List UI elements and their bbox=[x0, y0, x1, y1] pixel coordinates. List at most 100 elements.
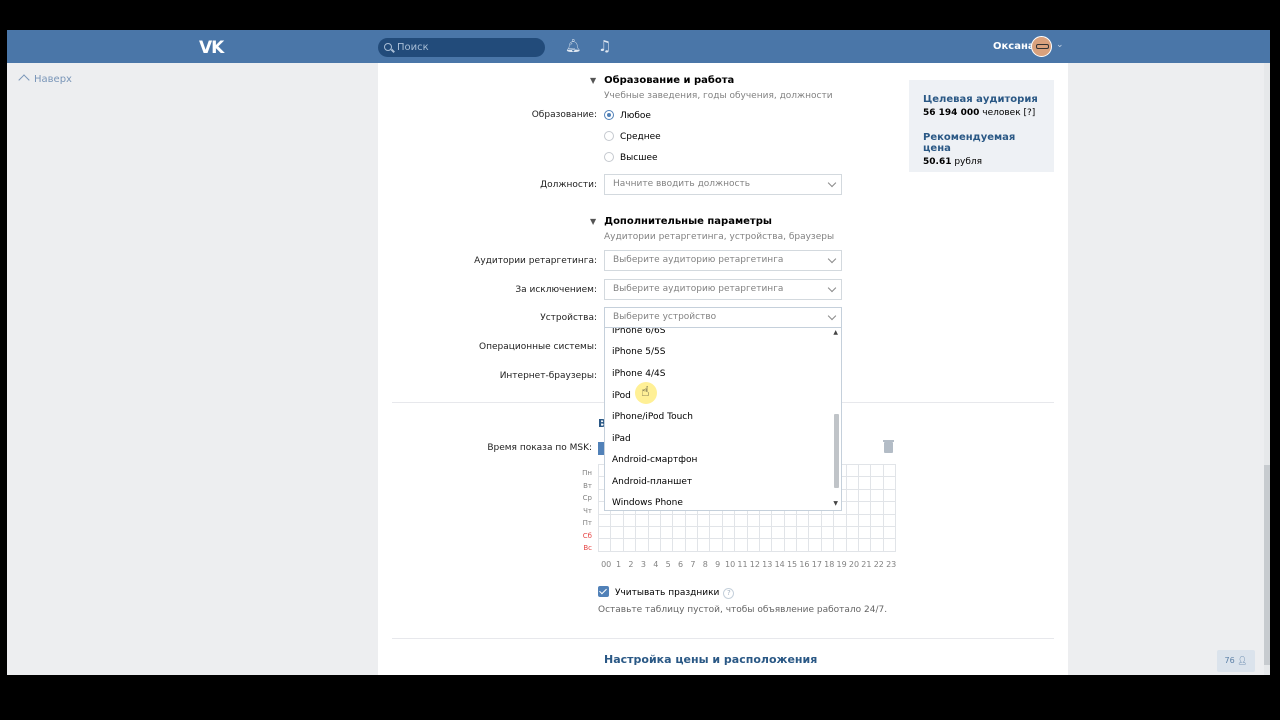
dropdown-item[interactable]: Android-смартфон bbox=[612, 455, 697, 465]
devices-dropdown-list[interactable]: iPhone 6/6S iPhone 5/5S iPhone 4/4S iPod… bbox=[604, 327, 842, 511]
schedule-cell[interactable] bbox=[858, 489, 872, 503]
schedule-cell[interactable] bbox=[623, 526, 637, 540]
avatar[interactable] bbox=[1031, 36, 1052, 57]
schedule-cell[interactable] bbox=[784, 539, 797, 552]
dropdown-item[interactable]: iPhone 5/5S bbox=[612, 347, 665, 357]
schedule-cell[interactable] bbox=[871, 539, 884, 552]
schedule-cell[interactable] bbox=[772, 539, 785, 552]
schedule-cell[interactable] bbox=[660, 514, 674, 527]
schedule-cell[interactable] bbox=[747, 514, 760, 527]
schedule-cell[interactable] bbox=[735, 526, 748, 540]
scroll-up-arrow-icon[interactable]: ▲ bbox=[833, 329, 838, 336]
radio-secondary[interactable]: Среднее bbox=[604, 131, 661, 142]
search-input[interactable]: Поиск bbox=[378, 38, 545, 57]
schedule-cell[interactable] bbox=[821, 514, 835, 527]
schedule-cell[interactable] bbox=[722, 514, 736, 527]
schedule-cell[interactable] bbox=[871, 477, 884, 490]
schedule-cell[interactable] bbox=[722, 539, 736, 552]
schedule-cell[interactable] bbox=[846, 477, 859, 490]
schedule-cell[interactable] bbox=[685, 514, 698, 527]
retarget-select[interactable]: Выберите аудиторию ретаргетинга bbox=[604, 250, 842, 271]
schedule-cell[interactable] bbox=[636, 526, 649, 540]
schedule-cell[interactable] bbox=[797, 539, 810, 552]
help-icon[interactable]: ? bbox=[723, 588, 735, 599]
schedule-cell[interactable] bbox=[759, 514, 773, 527]
schedule-cell[interactable] bbox=[611, 539, 624, 552]
schedule-cell[interactable] bbox=[772, 514, 785, 527]
devices-select[interactable]: Выберите устройство bbox=[604, 307, 842, 328]
page-scrollbar-thumb[interactable] bbox=[1264, 465, 1270, 665]
schedule-cell[interactable] bbox=[698, 514, 711, 527]
dropdown-item[interactable]: Android-планшет bbox=[612, 477, 692, 487]
schedule-cell[interactable] bbox=[759, 539, 773, 552]
scroll-up-button[interactable]: Наверх bbox=[18, 74, 72, 86]
schedule-cell[interactable] bbox=[858, 465, 872, 478]
schedule-cell[interactable] bbox=[858, 514, 872, 527]
schedule-cell[interactable] bbox=[834, 526, 847, 540]
schedule-cell[interactable] bbox=[821, 526, 835, 540]
schedule-cell[interactable] bbox=[735, 539, 748, 552]
chevron-down-icon[interactable]: ⌄ bbox=[1056, 40, 1064, 50]
schedule-cell[interactable] bbox=[636, 539, 649, 552]
dropdown-item[interactable]: iPod bbox=[612, 391, 631, 401]
schedule-cell[interactable] bbox=[698, 539, 711, 552]
schedule-cell[interactable] bbox=[809, 539, 822, 552]
bell-icon[interactable]: 🔔︎ bbox=[565, 39, 582, 54]
schedule-cell[interactable] bbox=[846, 502, 859, 515]
dropdown-item[interactable]: iPhone 6/6S bbox=[612, 328, 665, 336]
exclude-select[interactable]: Выберите аудиторию ретаргетинга bbox=[604, 279, 842, 300]
schedule-cell[interactable] bbox=[611, 514, 624, 527]
schedule-cell[interactable] bbox=[648, 514, 661, 527]
schedule-cell[interactable] bbox=[784, 514, 797, 527]
schedule-cell[interactable] bbox=[759, 526, 773, 540]
schedule-cell[interactable] bbox=[648, 526, 661, 540]
schedule-cell[interactable] bbox=[846, 514, 859, 527]
schedule-cell[interactable] bbox=[673, 514, 686, 527]
schedule-cell[interactable] bbox=[660, 526, 674, 540]
schedule-cell[interactable] bbox=[809, 526, 822, 540]
dropdown-item[interactable]: Windows Phone bbox=[612, 498, 683, 508]
user-name[interactable]: Оксана bbox=[993, 41, 1035, 52]
schedule-cell[interactable] bbox=[599, 526, 612, 540]
schedule-cell[interactable] bbox=[710, 539, 723, 552]
schedule-cell[interactable] bbox=[636, 514, 649, 527]
dropdown-item[interactable]: iPhone/iPod Touch bbox=[612, 412, 693, 422]
dropdown-item[interactable]: iPad bbox=[612, 434, 631, 444]
schedule-cell[interactable] bbox=[698, 526, 711, 540]
music-icon[interactable]: ♫ bbox=[598, 37, 611, 55]
vk-logo[interactable]: VK bbox=[199, 38, 224, 58]
schedule-cell[interactable] bbox=[821, 539, 835, 552]
radio-higher[interactable]: Высшее bbox=[604, 152, 658, 163]
holidays-checkbox[interactable]: Учитывать праздники? bbox=[598, 586, 735, 599]
schedule-cell[interactable] bbox=[871, 489, 884, 503]
schedule-cell[interactable] bbox=[846, 489, 859, 503]
schedule-cell[interactable] bbox=[747, 526, 760, 540]
schedule-cell[interactable] bbox=[883, 514, 896, 527]
schedule-cell[interactable] bbox=[858, 502, 872, 515]
schedule-cell[interactable] bbox=[871, 526, 884, 540]
online-counter[interactable]: 76 👤︎ bbox=[1217, 650, 1255, 672]
schedule-cell[interactable] bbox=[797, 526, 810, 540]
schedule-cell[interactable] bbox=[883, 526, 896, 540]
schedule-cell[interactable] bbox=[846, 465, 859, 478]
extra-section-title[interactable]: ▼ Дополнительные параметры bbox=[590, 216, 772, 227]
schedule-cell[interactable] bbox=[673, 539, 686, 552]
schedule-cell[interactable] bbox=[648, 539, 661, 552]
schedule-cell[interactable] bbox=[883, 477, 896, 490]
schedule-cell[interactable] bbox=[685, 526, 698, 540]
trash-icon[interactable] bbox=[883, 440, 894, 453]
dropdown-scrollbar-thumb[interactable] bbox=[834, 414, 839, 488]
dropdown-item[interactable]: iPhone 4/4S bbox=[612, 369, 665, 379]
schedule-cell[interactable] bbox=[846, 526, 859, 540]
schedule-cell[interactable] bbox=[772, 526, 785, 540]
schedule-cell[interactable] bbox=[834, 539, 847, 552]
schedule-cell[interactable] bbox=[871, 502, 884, 515]
schedule-cell[interactable] bbox=[883, 489, 896, 503]
radio-any[interactable]: Любое bbox=[604, 110, 651, 121]
schedule-cell[interactable] bbox=[747, 539, 760, 552]
schedule-cell[interactable] bbox=[623, 539, 637, 552]
positions-input[interactable]: Начните вводить должность bbox=[604, 174, 842, 195]
schedule-cell[interactable] bbox=[599, 514, 612, 527]
schedule-cell[interactable] bbox=[623, 514, 637, 527]
schedule-cell[interactable] bbox=[722, 526, 736, 540]
